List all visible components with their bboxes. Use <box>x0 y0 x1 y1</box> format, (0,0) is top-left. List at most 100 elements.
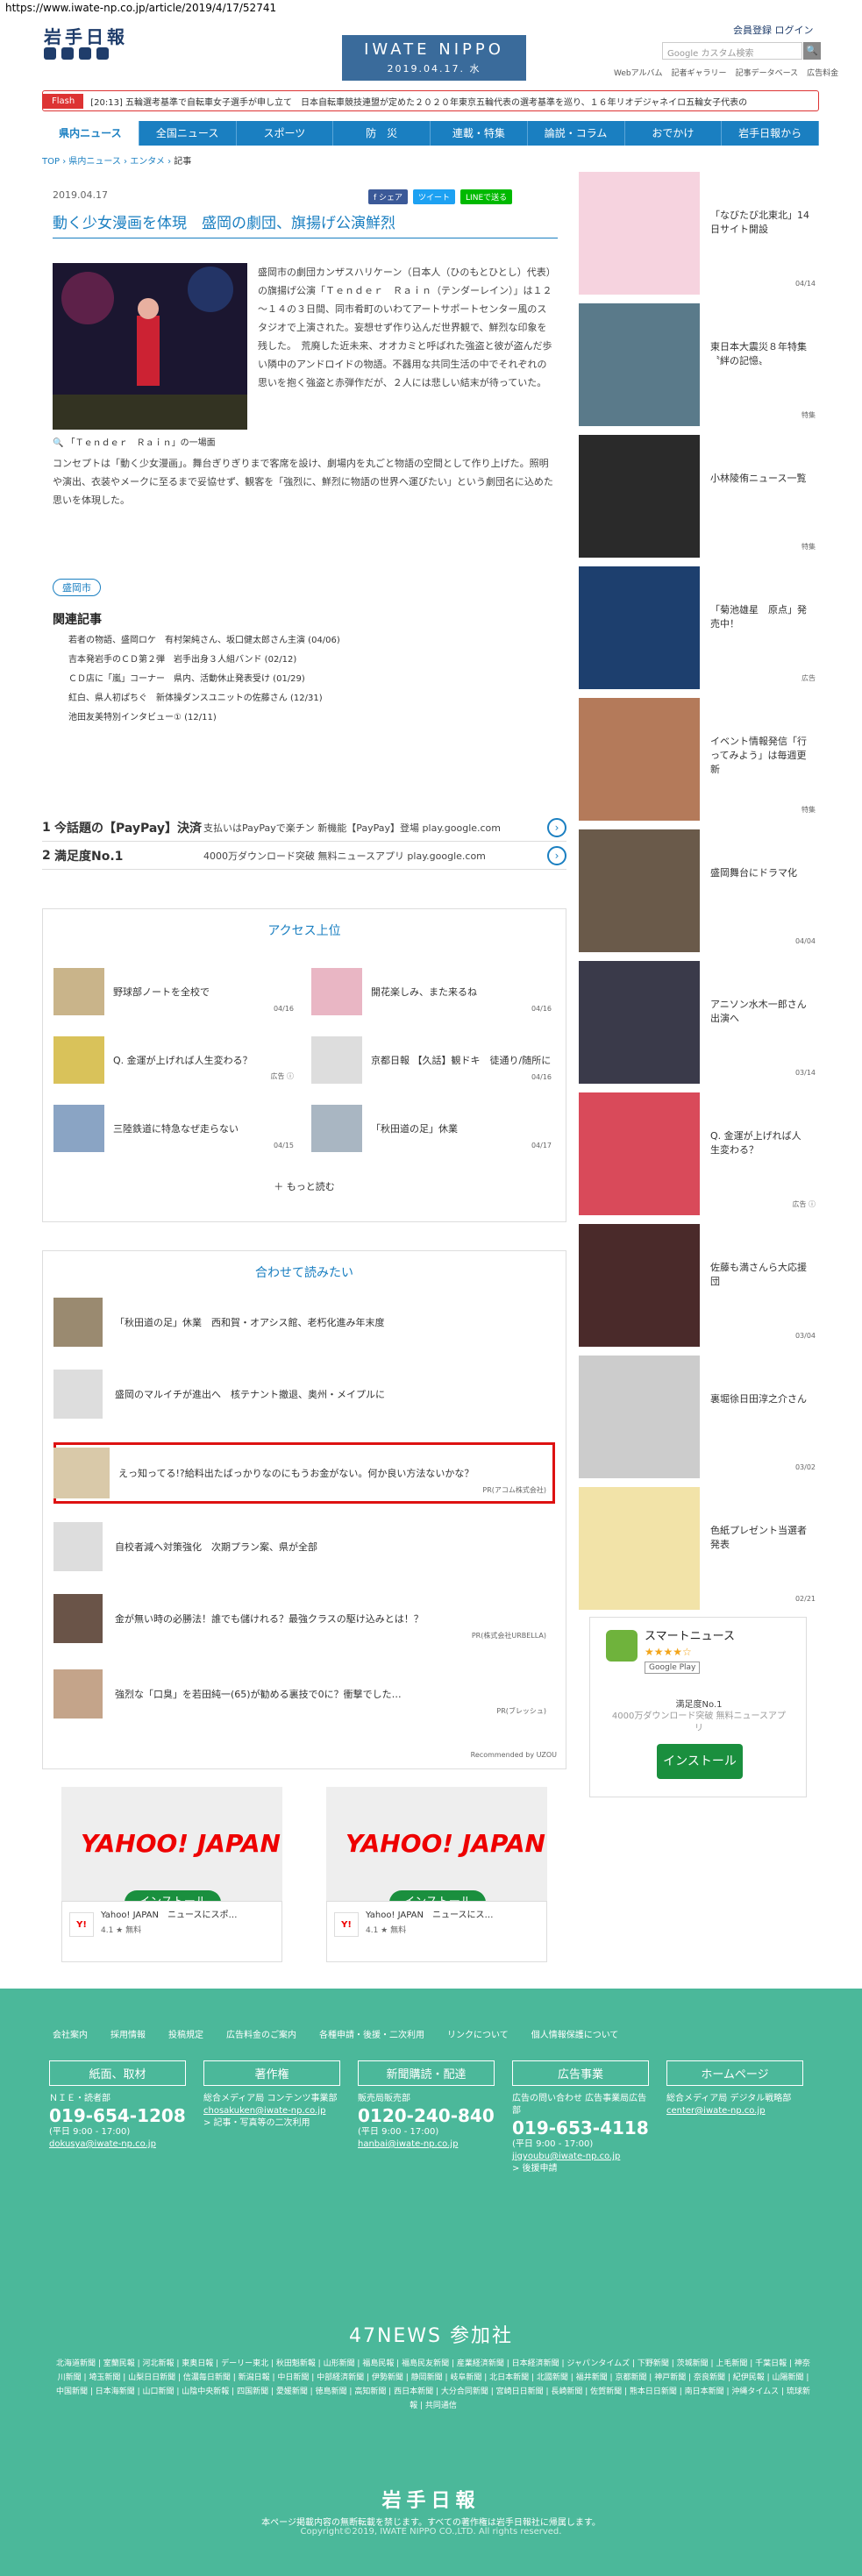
nav-disaster[interactable]: 防 災 <box>333 121 431 146</box>
site-header: 岩手日報 IWATE NIPPO 2019.04.17. 水 会員登録 ログイン… <box>0 16 862 82</box>
related-item[interactable]: 吉本発岩手のＣＤ第２弾 岩手出身３人組バンド (02/12) <box>68 651 340 670</box>
arrow-right-icon[interactable]: › <box>547 845 566 865</box>
email-link[interactable]: center@iwate-np.co.jp <box>666 2105 807 2117</box>
nav-features[interactable]: 連載・特集 <box>431 121 528 146</box>
nav-prefecture-news[interactable]: 県内ニュース <box>42 121 139 146</box>
footer-link[interactable]: 各種申請・後援・二次利用 <box>319 2027 424 2040</box>
footer-logo[interactable]: 岩手日報 <box>0 2485 862 2513</box>
read-more-button[interactable]: ＋ もっと読む <box>43 1179 566 1193</box>
sidebar-item[interactable]: 盛岡舞台にドラマ化 04/04 <box>579 829 819 952</box>
sidebar-item[interactable]: 「菊池雄星 原点」発売中！ 広告 <box>579 566 819 689</box>
email-link[interactable]: chosakuken@iwate-np.co.jp <box>203 2105 344 2117</box>
crumb-prefecture[interactable]: 県内ニュース <box>68 157 121 167</box>
search-icon[interactable]: 🔍 <box>803 42 821 60</box>
flash-news-ticker[interactable]: Flash [20:13] 五輪選考基準で自転車女子選手が申し立て 日本自転車競… <box>42 90 819 111</box>
ranking-item[interactable]: 京都日報 【久話】観ドキ 徒通り/随所に 04/16 <box>311 1035 557 1085</box>
brand-banner[interactable]: IWATE NIPPO 2019.04.17. 水 <box>342 35 526 81</box>
nav-outings[interactable]: おでかけ <box>625 121 723 146</box>
footer-link[interactable]: 投稿規定 <box>168 2027 203 2040</box>
sidebar-item[interactable]: アニソン水木一郎さん出演へ 03/14 <box>579 961 819 1084</box>
crumb-entertainment[interactable]: エンタメ <box>130 157 165 167</box>
zoom-icon[interactable]: 🔍 <box>53 438 67 448</box>
recommended-by[interactable]: Recommended by UZOU <box>43 1751 557 1759</box>
nav-national-news[interactable]: 全国ニュース <box>139 121 237 146</box>
ad-title[interactable]: 満足度No.1 <box>54 847 203 865</box>
sidebar-item[interactable]: 「なびたび北東北」14日サイト開設 04/14 <box>579 172 819 295</box>
sublink-album[interactable]: Webアルバム <box>614 67 663 78</box>
recommended-item[interactable]: 自校者減へ対策強化 次期プラン案、県が全部 <box>53 1521 555 1572</box>
ad-title[interactable]: 今話題の【PayPay】決済 <box>54 819 203 836</box>
email-link[interactable]: dokusya@iwate-np.co.jp <box>49 2138 189 2151</box>
youtube-icon[interactable] <box>79 47 91 60</box>
sublink-database[interactable]: 記事データベース <box>736 67 799 78</box>
footer-link[interactable]: 広告料金のご案内 <box>226 2027 296 2040</box>
app-ad-left[interactable]: YAHOO! JAPAN インストール Y! Yahoo! JAPAN ニュース… <box>61 1787 282 1962</box>
article-tag[interactable]: 盛岡市 <box>53 579 101 596</box>
ad-desc[interactable]: 支払いはPayPayで楽チン 新機能【PayPay】登場 play.google… <box>203 821 547 835</box>
phone-number[interactable]: 019-653-4118 <box>512 2117 652 2138</box>
nav-from-iwate-nippo[interactable]: 岩手日報から <box>722 121 819 146</box>
search-input[interactable]: Google カスタム検索 <box>662 42 802 60</box>
install-button[interactable]: インストール <box>657 1744 743 1779</box>
install-button[interactable]: インストール <box>125 1890 221 1901</box>
recommended-item[interactable]: えっ知ってる!?給料出たばっかりなのにもうお金がない。何か良い方法ないかな？ P… <box>53 1448 555 1498</box>
related-item[interactable]: 若者の物語、盛岡ロケ 有村架純さん、坂口健太郎さん主演 (04/06) <box>68 631 340 651</box>
smartnews-ad[interactable]: スマートニュース ★★★★☆ Google Play 満足度No.1 4000万… <box>589 1617 807 1797</box>
recommended-item[interactable]: 盛岡のマルイチが進出へ 核テナント撤退、奥州・メイプルに <box>53 1369 555 1420</box>
email-link[interactable]: hanbai@iwate-np.co.jp <box>358 2138 498 2151</box>
sidebar-item[interactable]: イベント情報発信「行ってみよう」は毎週更新 特集 <box>579 698 819 821</box>
facebook-icon[interactable] <box>61 47 74 60</box>
install-button[interactable]: インストール <box>389 1890 486 1901</box>
article-photo[interactable] <box>53 263 247 430</box>
text-ad[interactable]: 1 今話題の【PayPay】決済 支払いはPayPayで楽チン 新機能【PayP… <box>42 814 566 842</box>
sublink-ad-rates[interactable]: 広告料金 <box>807 67 838 78</box>
email-link[interactable]: jigyoubu@iwate-np.co.jp <box>512 2151 652 2163</box>
recommended-item[interactable]: 強烈な「口臭」を若田純一(65)が勧める裏技で0に？衝撃でした… PR(ブレッシ… <box>53 1669 555 1719</box>
ranking-item[interactable]: 開花楽しみ、また来るね 04/16 <box>311 967 557 1016</box>
related-item[interactable]: ＣＤ店に「嵐」コーナー 県内、活動休止発表受け (01/29) <box>68 670 340 689</box>
ranking-item[interactable]: 野球部ノートを全校で 04/16 <box>53 967 299 1016</box>
crumb-top[interactable]: TOP <box>42 157 60 167</box>
sublink-gallery[interactable]: 記者ギャラリー <box>672 67 727 78</box>
recommended-item[interactable]: 「秋田道の足」休業 西和賀・オアシス館、老朽化進み年末度 <box>53 1297 555 1348</box>
sidebar-item[interactable]: 色紙プレゼント当選者発表 02/21 <box>579 1487 819 1610</box>
phone-number[interactable]: 0120-240-840 <box>358 2105 498 2126</box>
sidebar-item[interactable]: Q. 金運が上げれば人生変わる？ 広告 ⓘ <box>579 1092 819 1215</box>
sidebar-item[interactable]: 佐藤も満さんら大応援団 03/04 <box>579 1224 819 1347</box>
member-login-link[interactable]: 会員登録 ログイン <box>733 23 814 37</box>
facebook-share-button[interactable]: f シェア <box>368 189 409 204</box>
sidebar-item[interactable]: 東日本大震災８年特集〝絆の記憶〟 特集 <box>579 303 819 426</box>
footer-link[interactable]: 会社案内 <box>53 2027 88 2040</box>
app-name[interactable]: Yahoo! JAPAN ニュースにス… <box>366 1907 539 1920</box>
related-item[interactable]: 池田友美特別インタビュー① (12/11) <box>68 708 340 728</box>
sidebar-item[interactable]: 裏堀徐日田淳之介さん 03/02 <box>579 1356 819 1478</box>
google-play-badge[interactable]: Google Play <box>645 1662 701 1674</box>
ranking-item[interactable]: 「秋田道の足」休業 04/17 <box>311 1104 557 1153</box>
app-ad-right[interactable]: YAHOO! JAPAN インストール Y! Yahoo! JAPAN ニュース… <box>326 1787 547 1962</box>
line-share-button[interactable]: LINEで送る <box>460 189 513 204</box>
arrow-right-icon[interactable]: › <box>547 817 566 837</box>
url-bar[interactable]: https://www.iwate-np.co.jp/article/2019/… <box>0 0 862 16</box>
related-item[interactable]: 紅白、県人初ぱちぐ 新体操ダンスユニットの佐藤さん (12/31) <box>68 689 340 708</box>
twitter-icon[interactable] <box>44 47 56 60</box>
ranking-item[interactable]: Q. 金運が上げれば人生変わる？ 広告 ⓘ <box>53 1035 299 1085</box>
recommended-item[interactable]: 金が無い時の必勝法！誰でも儲けれる？最強クラスの駆け込みとは！？ PR(株式会社… <box>53 1593 555 1644</box>
flash-text[interactable]: [20:13] 五輪選考基準で自転車女子選手が申し立て 日本自転車競技連盟が定め… <box>90 95 747 108</box>
site-logo[interactable]: 岩手日報 <box>44 23 128 48</box>
footer-link[interactable]: リンクについて <box>447 2027 509 2040</box>
smartnews-title[interactable]: スマートニュース <box>645 1626 735 1643</box>
nav-sports[interactable]: スポーツ <box>237 121 334 146</box>
47news-list[interactable]: 北海道新聞 | 室蘭民報 | 河北新報 | 東奥日報 | デーリー東北 | 秋田… <box>56 2357 810 2413</box>
sidebar-item[interactable]: 小林陵侑ニュース一覧 特集 <box>579 435 819 558</box>
text-ad[interactable]: 2 満足度No.1 4000万ダウンロード突破 無料ニュースアプリ play.g… <box>42 842 566 870</box>
ad-desc[interactable]: 4000万ダウンロード突破 無料ニュースアプリ play.google.com <box>203 849 547 863</box>
footer-link[interactable]: 個人情報保護について <box>531 2027 619 2040</box>
instagram-icon[interactable] <box>96 47 109 60</box>
app-name[interactable]: Yahoo! JAPAN ニュースにスポ… <box>101 1907 274 1920</box>
nav-columns[interactable]: 論説・コラム <box>528 121 625 146</box>
ranking-item[interactable]: 三陸鉄道に特急なぜ走らない 04/15 <box>53 1104 299 1153</box>
phone-number[interactable]: 019-654-1208 <box>49 2105 189 2126</box>
footer-link[interactable]: 採用情報 <box>110 2027 146 2040</box>
yahoo-logo: YAHOO! JAPAN <box>81 1829 281 1858</box>
tweet-button[interactable]: ツイート <box>413 189 456 204</box>
